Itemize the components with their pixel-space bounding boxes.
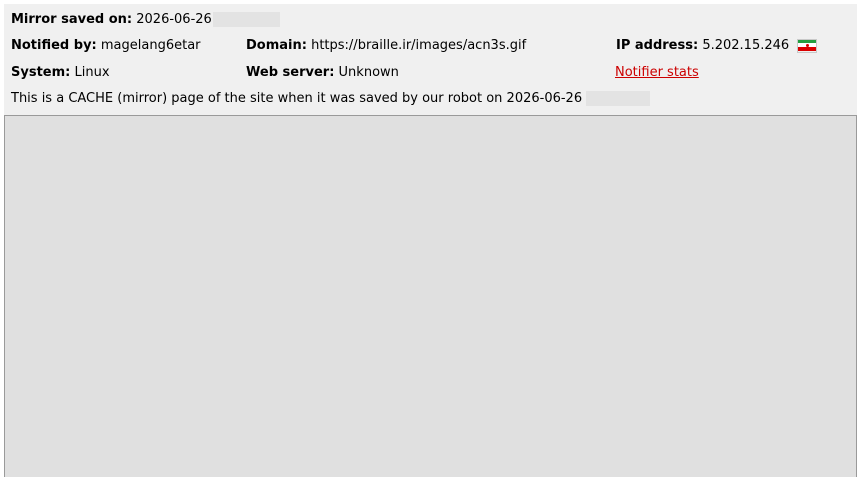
redacted-time-block: [212, 12, 280, 27]
domain-label: Domain:: [246, 38, 307, 53]
web-server-row: Web server: Unknown: [246, 65, 399, 81]
cache-notice-text: This is a CACHE (mirror) page of the sit…: [11, 91, 583, 106]
notified-by-value: magelang6etar: [100, 38, 201, 53]
redacted-time-block: [586, 91, 651, 106]
page: Mirror saved on: 2026-06-26 Notified by:…: [0, 0, 857, 477]
iran-flag-icon: [797, 38, 818, 53]
notified-by-label: Notified by:: [11, 38, 97, 53]
mirror-saved-row: Mirror saved on: 2026-06-26: [11, 12, 280, 28]
flag-emblem: [805, 44, 809, 47]
system-row: System: Linux: [11, 65, 110, 81]
web-server-value: Unknown: [338, 65, 399, 80]
ip-address-label: IP address:: [616, 38, 699, 53]
domain-value: https://braille.ir/images/acn3s.gif: [311, 38, 527, 53]
notifier-stats-link[interactable]: Notifier stats: [615, 65, 699, 80]
mirror-saved-date: 2026-06-26: [136, 12, 212, 27]
cache-notice-row: This is a CACHE (mirror) page of the sit…: [11, 91, 651, 107]
system-value: Linux: [74, 65, 110, 80]
domain-row: Domain: https://braille.ir/images/acn3s.…: [246, 38, 526, 54]
web-server-label: Web server:: [246, 65, 335, 80]
notified-by-row: Notified by: magelang6etar: [11, 38, 201, 54]
flag-red-stripe: [798, 47, 817, 52]
notifier-stats-row: Notifier stats: [615, 65, 699, 81]
ip-address-value: 5.202.15.246: [702, 38, 790, 53]
mirror-saved-label: Mirror saved on:: [11, 12, 133, 27]
ip-address-row: IP address: 5.202.15.246: [616, 38, 818, 54]
system-label: System:: [11, 65, 71, 80]
mirror-content-frame: [4, 115, 857, 477]
mirror-info-header: Mirror saved on: 2026-06-26 Notified by:…: [4, 4, 857, 115]
